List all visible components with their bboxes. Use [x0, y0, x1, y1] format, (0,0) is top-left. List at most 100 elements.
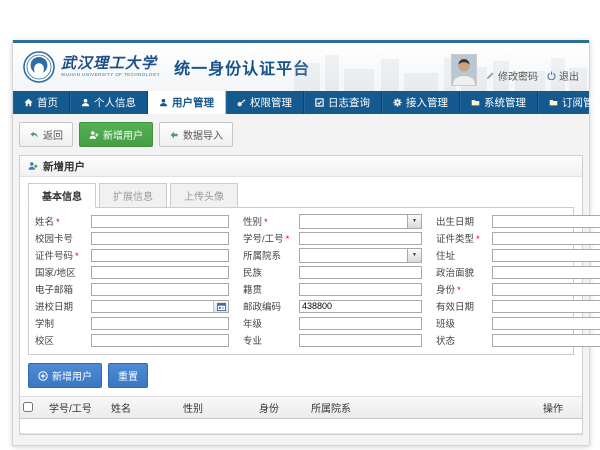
native-place-input[interactable]: [299, 283, 422, 296]
toolbar: 返回 新增用户 数据导入: [19, 122, 583, 147]
back-arrow-icon: [29, 130, 39, 140]
power-icon: [547, 71, 556, 80]
class-input[interactable]: [492, 317, 600, 330]
form-field-gender: 性别* ▼: [243, 214, 422, 228]
major-input[interactable]: [299, 334, 422, 347]
address-input[interactable]: [492, 249, 600, 262]
calendar-icon[interactable]: [213, 301, 228, 312]
field-label: 专业: [243, 333, 299, 347]
form-field-email: 电子邮箱: [35, 282, 229, 296]
form-field-valid-date: 有效日期: [436, 299, 600, 313]
nav-item-permission-management[interactable]: 权限管理: [226, 91, 304, 114]
change-password-link[interactable]: 修改密码: [486, 68, 538, 86]
field-label: 邮政编码: [243, 299, 299, 313]
ethnicity-input[interactable]: [299, 266, 422, 279]
app-window: 武汉理工大学 WUHAN UNIVERSITY OF TECHNOLOGY 统一…: [12, 40, 590, 446]
select-all-cell: [20, 397, 46, 419]
col-operations: 操作: [540, 397, 582, 419]
table-header-row: 学号/工号 姓名 性别 身份 所属院系 操作: [20, 397, 582, 419]
field-label: 住址: [436, 248, 492, 262]
back-button[interactable]: 返回: [19, 122, 73, 147]
form-field-entry-date: 进校日期: [35, 299, 229, 313]
field-label: 班级: [436, 316, 492, 330]
pencil-icon: [486, 71, 495, 80]
form-field-address: 住址: [436, 248, 600, 262]
field-label: 校园卡号: [35, 231, 91, 245]
id-number-input[interactable]: [91, 249, 229, 262]
field-label: 民族: [243, 265, 299, 279]
status-input[interactable]: [492, 334, 600, 347]
department-select[interactable]: ▼: [299, 248, 422, 263]
tab-basic-info[interactable]: 基本信息: [28, 183, 96, 208]
gender-select[interactable]: ▼: [299, 214, 422, 229]
field-label: 国家/地区: [35, 265, 91, 279]
reset-button[interactable]: 重置: [108, 363, 148, 388]
form-field-status: 状态: [436, 333, 600, 347]
nav-item-access-management[interactable]: 接入管理: [382, 91, 460, 114]
logout-link[interactable]: 退出: [547, 68, 579, 86]
nav-item-profile[interactable]: 个人信息: [70, 91, 148, 114]
select-all-checkbox[interactable]: [23, 402, 33, 412]
country-input[interactable]: [91, 266, 229, 279]
nav-item-log-query[interactable]: 日志查询: [304, 91, 382, 114]
submit-add-user-button[interactable]: 新增用户: [28, 363, 102, 388]
name-input[interactable]: [91, 215, 229, 228]
form-field-birth-date: 出生日期: [436, 214, 600, 228]
table-row-empty: [20, 419, 582, 434]
field-label: 年级: [243, 316, 299, 330]
avatar: [451, 54, 477, 86]
university-emblem-logo: [23, 51, 55, 83]
birth-date-input[interactable]: [492, 215, 600, 228]
email-input[interactable]: [91, 283, 229, 296]
plus-circle-icon: [38, 371, 48, 381]
student-id-input[interactable]: [299, 232, 422, 245]
nav-item-system-management[interactable]: 系统管理: [460, 91, 538, 114]
tab-extended-info[interactable]: 扩展信息: [99, 183, 167, 208]
field-label: 电子邮箱: [35, 282, 91, 296]
identity-input[interactable]: [492, 283, 600, 296]
panel-header: 新增用户: [20, 156, 582, 177]
home-icon: [24, 98, 33, 107]
form-field-major: 专业: [243, 333, 422, 347]
data-import-button[interactable]: 数据导入: [159, 122, 233, 147]
form-actions: 新增用户 重置: [28, 363, 574, 388]
add-user-toolbar-button[interactable]: 新增用户: [79, 122, 153, 147]
nav-item-home[interactable]: 首页: [13, 91, 70, 114]
field-label: 证件类型*: [436, 231, 492, 245]
entry-date-input[interactable]: [91, 300, 229, 313]
field-label: 证件号码*: [35, 248, 91, 262]
education-length-input[interactable]: [91, 317, 229, 330]
col-student-id: 学号/工号: [46, 397, 108, 419]
form-field-country: 国家/地区: [35, 265, 229, 279]
tab-upload-avatar[interactable]: 上传头像: [170, 183, 238, 208]
campus-card-input[interactable]: [91, 232, 229, 245]
users-icon: [159, 98, 168, 107]
valid-date-input[interactable]: [492, 300, 600, 313]
field-label: 政治面貌: [436, 265, 492, 279]
tab-bar: 基本信息 扩展信息 上传头像: [28, 183, 574, 207]
form-field-native-place: 籍贯: [243, 282, 422, 296]
field-label: 性别*: [243, 214, 299, 228]
nav-item-subscription-management[interactable]: 订阅管理: [538, 91, 600, 114]
import-arrow-icon: [169, 130, 179, 140]
field-label: 出生日期: [436, 214, 492, 228]
add-user-icon: [89, 130, 99, 140]
campus-input[interactable]: [91, 334, 229, 347]
grade-input[interactable]: [299, 317, 422, 330]
form-field-grade: 年级: [243, 316, 422, 330]
new-user-panel: 新增用户 基本信息 扩展信息 上传头像 姓名* 性别* ▼: [19, 155, 583, 435]
key-icon: [237, 98, 246, 107]
id-type-input[interactable]: [492, 232, 600, 245]
form-field-class: 班级: [436, 316, 600, 330]
form-field-campus-card: 校园卡号: [35, 231, 229, 245]
form-field-political-status: 政治面貌: [436, 265, 600, 279]
log-check-icon: [315, 98, 324, 107]
change-password-label: 修改密码: [498, 68, 538, 83]
field-label: 进校日期: [35, 299, 91, 313]
field-label: 身份*: [436, 282, 492, 296]
postal-code-input[interactable]: [299, 300, 422, 313]
form-field-education-length: 学制: [35, 316, 229, 330]
panel-title: 新增用户: [43, 159, 85, 174]
nav-item-user-management[interactable]: 用户管理: [148, 91, 226, 114]
political-status-input[interactable]: [492, 266, 600, 279]
